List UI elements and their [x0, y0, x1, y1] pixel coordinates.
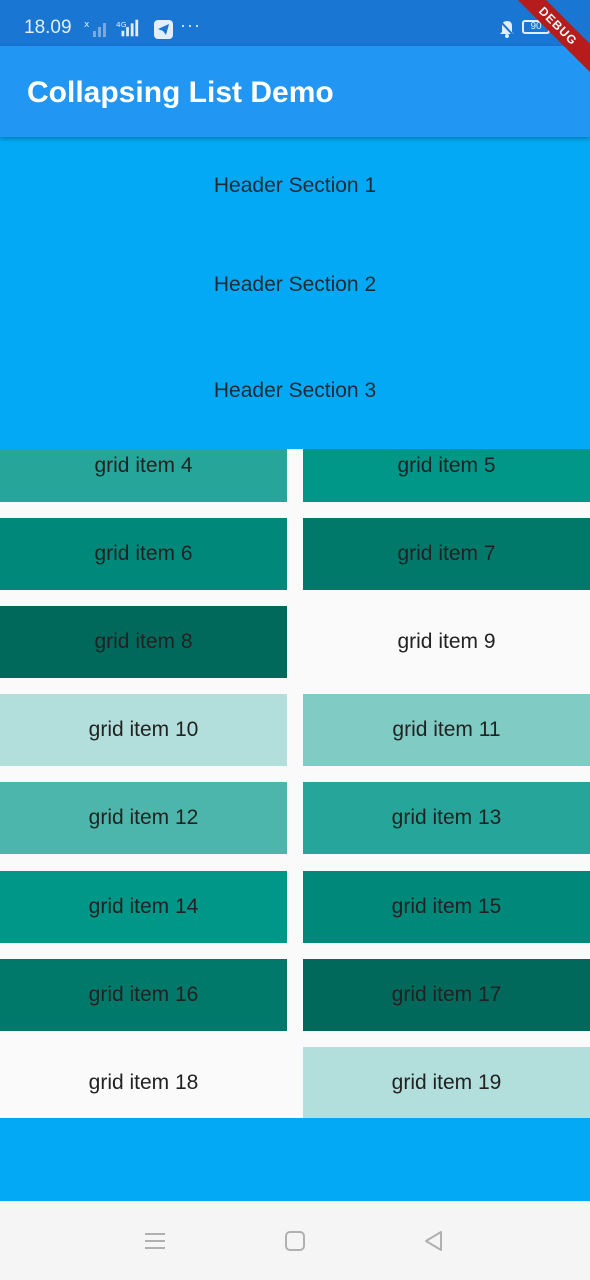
grid-item-19[interactable]: grid item 19	[303, 1047, 590, 1118]
grid-item-4[interactable]: grid item 4	[0, 449, 287, 502]
bell-off-icon	[498, 19, 516, 38]
header-area: Header Section 1 Header Section 2 Header…	[0, 137, 590, 449]
header-section-3[interactable]: Header Section 3	[0, 379, 590, 403]
status-time: 18.09	[24, 17, 72, 38]
grid-item-16[interactable]: grid item 16	[0, 959, 287, 1031]
grid-item-17[interactable]: grid item 17	[303, 959, 590, 1031]
grid-item-14[interactable]: grid item 14	[0, 871, 287, 943]
svg-text:4G: 4G	[116, 20, 127, 29]
back-icon[interactable]	[421, 1228, 447, 1254]
signal-4g-icon: 4G	[116, 19, 139, 37]
grid-item-8[interactable]: grid item 8	[0, 606, 287, 678]
svg-text:x: x	[84, 20, 90, 30]
status-bar: 18.09 x 4G ··· 90	[0, 0, 590, 46]
telegram-icon	[154, 20, 173, 39]
menu-icon[interactable]	[142, 1228, 168, 1254]
app-title: Collapsing List Demo	[27, 76, 334, 109]
grid-item-7[interactable]: grid item 7	[303, 518, 590, 590]
grid-item-18[interactable]: grid item 18	[0, 1047, 287, 1118]
header-section-2[interactable]: Header Section 2	[0, 273, 590, 297]
grid-item-10[interactable]: grid item 10	[0, 694, 287, 766]
grid-list[interactable]: grid item 4 grid item 5 grid item 6 grid…	[0, 449, 590, 1118]
home-icon[interactable]	[282, 1228, 308, 1254]
signal-x-icon: x	[84, 20, 106, 37]
system-nav-bar	[0, 1201, 590, 1280]
grid-item-6[interactable]: grid item 6	[0, 518, 287, 590]
grid-item-11[interactable]: grid item 11	[303, 694, 590, 766]
more-notifications-icon: ···	[180, 15, 201, 35]
bottom-section	[0, 1118, 590, 1201]
grid-item-5[interactable]: grid item 5	[303, 449, 590, 502]
grid-item-9[interactable]: grid item 9	[303, 606, 590, 678]
header-section-1[interactable]: Header Section 1	[0, 174, 590, 198]
grid-item-12[interactable]: grid item 12	[0, 782, 287, 854]
app-bar: Collapsing List Demo	[0, 46, 590, 137]
grid-item-13[interactable]: grid item 13	[303, 782, 590, 854]
grid-item-15[interactable]: grid item 15	[303, 871, 590, 943]
